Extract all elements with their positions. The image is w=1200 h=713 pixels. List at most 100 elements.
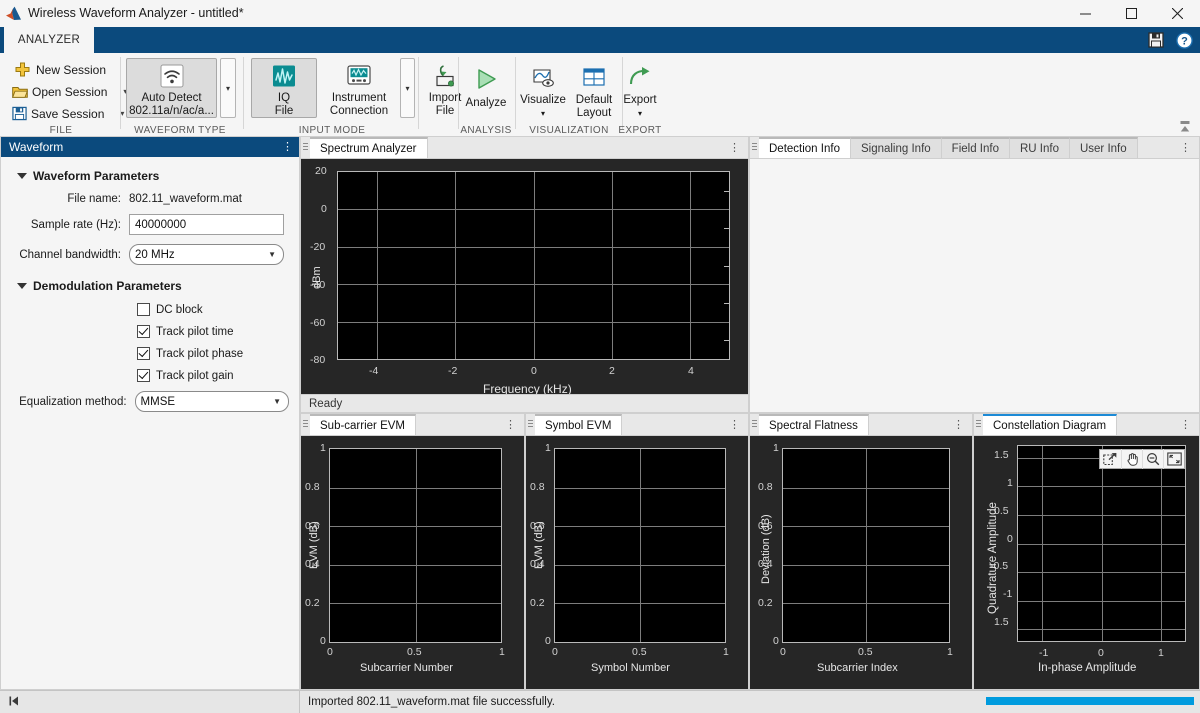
drag-handle-icon[interactable] <box>301 414 310 435</box>
track-pilot-gain-checkbox[interactable] <box>137 369 150 382</box>
pan-icon[interactable] <box>1121 449 1142 469</box>
tab-spectrum-analyzer[interactable]: Spectrum Analyzer <box>310 137 428 158</box>
drag-handle-icon[interactable] <box>301 137 310 158</box>
channel-bandwidth-select[interactable]: 20 MHz ▼ <box>129 244 284 265</box>
drag-handle-icon[interactable] <box>526 414 535 435</box>
dc-block-label: DC block <box>156 304 203 316</box>
checkbox-row-dc-block[interactable]: DC block <box>11 303 289 316</box>
vertical-dots-icon[interactable]: ⋮ <box>282 143 293 151</box>
new-session-label: New Session <box>36 63 106 77</box>
visualize-button[interactable]: Visualize ▾ <box>519 58 567 120</box>
tab-ru-info[interactable]: RU Info <box>1010 137 1070 158</box>
gridline-v <box>612 172 613 359</box>
equalization-method-label: Equalization method: <box>11 396 135 408</box>
dc-block-checkbox[interactable] <box>137 303 150 316</box>
vertical-dots-icon[interactable]: ⋮ <box>721 137 748 158</box>
tab-symbol-evm[interactable]: Symbol EVM <box>535 414 622 435</box>
zoom-out-icon[interactable] <box>1142 449 1163 469</box>
close-button[interactable] <box>1154 0 1200 27</box>
tab-user-info[interactable]: User Info <box>1070 137 1138 158</box>
x-tick-label: 0 <box>531 365 537 377</box>
vertical-dots-icon[interactable]: ⋮ <box>945 414 972 435</box>
tab-analyzer[interactable]: ANALYZER <box>4 27 94 53</box>
vertical-dots-icon[interactable]: ⋮ <box>1172 414 1199 435</box>
gridline-h <box>555 488 725 489</box>
constellation-axes-toolbar <box>1099 449 1185 469</box>
status-bar: Imported 802.11_waveform.mat file succes… <box>0 690 1200 713</box>
section-waveform-parameters[interactable]: Waveform Parameters <box>17 169 289 183</box>
y-tick-label: 0.8 <box>305 481 320 493</box>
drag-handle-icon[interactable] <box>750 137 759 158</box>
checkbox-row-track-pilot-gain[interactable]: Track pilot gain <box>11 369 289 382</box>
window-controls <box>1062 0 1200 27</box>
save-quick-icon[interactable] <box>1146 30 1166 50</box>
x-tick-label: 0.5 <box>407 646 422 658</box>
default-layout-button[interactable]: Default Layout <box>569 58 619 120</box>
minor-tick <box>724 228 729 229</box>
x-tick-label: 2 <box>609 365 615 377</box>
minor-tick <box>724 303 729 304</box>
tab-signaling-info[interactable]: Signaling Info <box>851 137 942 158</box>
restore-view-icon[interactable] <box>1163 449 1184 469</box>
ribbon-separator <box>458 57 459 129</box>
sub-carrier-evm-xlabel: Subcarrier Number <box>360 662 453 674</box>
equalization-method-select[interactable]: MMSE ▼ <box>135 391 289 412</box>
track-pilot-phase-checkbox[interactable] <box>137 347 150 360</box>
go-to-start-icon[interactable] <box>8 695 20 710</box>
tab-sub-carrier-evm[interactable]: Sub-carrier EVM <box>310 414 416 435</box>
tab-detection-info[interactable]: Detection Info <box>759 137 851 158</box>
vertical-dots-icon[interactable]: ⋮ <box>497 414 524 435</box>
gridline-h <box>783 488 949 489</box>
plus-icon <box>12 61 32 79</box>
save-session-button[interactable]: Save Session ▾ <box>8 103 114 124</box>
layout-icon <box>579 63 609 92</box>
wifi-icon <box>157 64 187 90</box>
section-demodulation-parameters[interactable]: Demodulation Parameters <box>17 279 289 293</box>
chevron-down-icon[interactable]: ▾ <box>104 109 124 118</box>
export-arrow-icon <box>625 63 655 92</box>
x-tick-label: 1 <box>723 646 729 658</box>
waveform-panel: Waveform ⋮ Waveform Parameters File name… <box>0 136 300 690</box>
maximize-button[interactable] <box>1108 0 1154 27</box>
input-mode-dropdown[interactable]: ▾ <box>400 58 415 118</box>
chevron-down-icon[interactable]: ▾ <box>638 107 642 120</box>
drag-handle-icon[interactable] <box>974 414 983 435</box>
open-session-button[interactable]: Open Session ▾ <box>8 81 114 102</box>
sample-rate-label: Sample rate (Hz): <box>11 219 129 231</box>
analyze-button[interactable]: Analyze <box>462 58 510 118</box>
sample-rate-input[interactable] <box>129 214 284 235</box>
x-tick-label: 1 <box>499 646 505 658</box>
ribbon-collapse-icon[interactable] <box>1176 118 1194 134</box>
tab-spectrum-analyzer-label: Spectrum Analyzer <box>320 143 417 155</box>
track-pilot-time-checkbox[interactable] <box>137 325 150 338</box>
instrument-connection-button[interactable]: Instrument Connection <box>320 58 398 118</box>
auto-detect-button[interactable]: Auto Detect 802.11a/n/ac/a... <box>126 58 217 118</box>
vertical-dots-icon[interactable]: ⋮ <box>721 414 748 435</box>
export-button[interactable]: Export ▾ <box>616 58 664 120</box>
sub-carrier-evm-tabbar: Sub-carrier EVM ⋮ <box>301 414 524 436</box>
drag-handle-icon[interactable] <box>750 414 759 435</box>
x-tick-label: -2 <box>448 365 457 377</box>
iq-file-label-line1: IQ <box>278 92 290 105</box>
checkbox-row-track-pilot-time[interactable]: Track pilot time <box>11 325 289 338</box>
x-tick-label: 0 <box>327 646 333 658</box>
help-icon[interactable]: ? <box>1174 30 1194 50</box>
chevron-down-icon[interactable]: ▾ <box>541 107 545 120</box>
y-tick-label: 1 <box>320 442 326 454</box>
x-tick-label: 0 <box>1098 647 1104 659</box>
minimize-button[interactable] <box>1062 0 1108 27</box>
checkbox-row-track-pilot-phase[interactable]: Track pilot phase <box>11 347 289 360</box>
sub-carrier-evm-axes <box>329 448 502 643</box>
ribbon: New Session Open Session ▾ <box>0 53 1200 137</box>
tab-spectral-flatness[interactable]: Spectral Flatness <box>759 414 869 435</box>
info-panel: Detection Info Signaling Info Field Info… <box>749 136 1200 413</box>
vertical-dots-icon[interactable]: ⋮ <box>1172 137 1199 158</box>
tab-field-info[interactable]: Field Info <box>942 137 1010 158</box>
constellation-diagram-panel: Constellation Diagram ⋮ <box>973 413 1200 690</box>
iq-file-button[interactable]: IQ File <box>251 58 317 118</box>
waveform-type-dropdown[interactable]: ▾ <box>220 58 236 118</box>
new-session-button[interactable]: New Session <box>8 59 114 80</box>
export-axes-icon[interactable] <box>1100 449 1121 469</box>
tab-constellation-diagram[interactable]: Constellation Diagram <box>983 414 1117 435</box>
status-progress-bar[interactable] <box>986 697 1194 705</box>
